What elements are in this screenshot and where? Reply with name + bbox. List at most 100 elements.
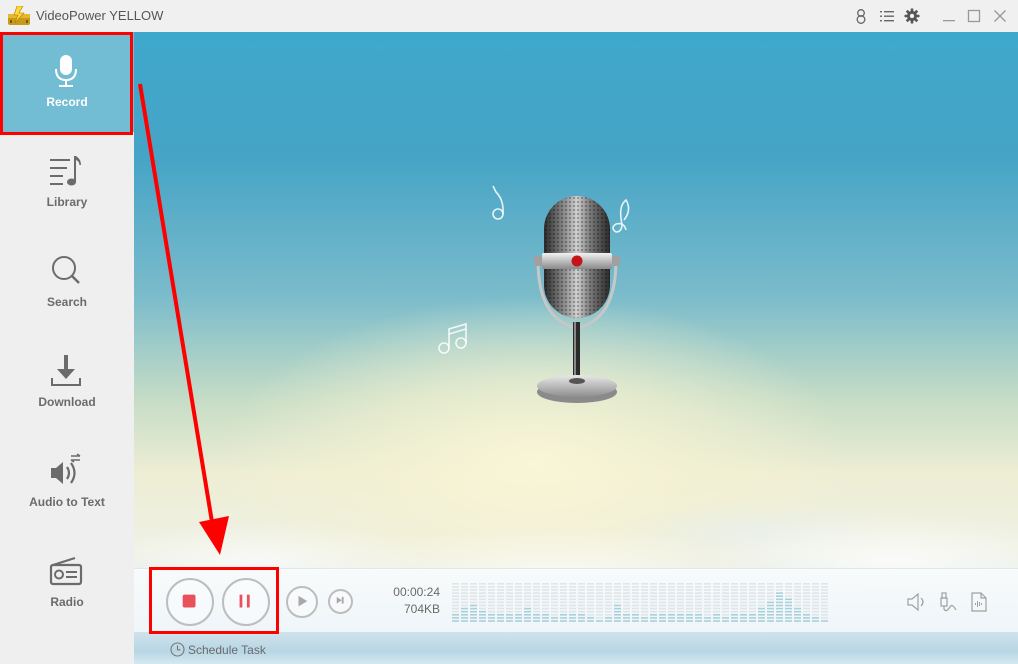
spectrum-segment — [686, 598, 693, 601]
spectrum-segment — [659, 620, 666, 622]
close-button[interactable] — [991, 7, 1009, 25]
spectrum-segment — [641, 583, 648, 585]
spectrum-segment — [560, 586, 567, 588]
spectrum-segment — [785, 601, 792, 604]
spectrum-segment — [704, 614, 711, 616]
spectrum-segment — [749, 592, 756, 594]
spectrum-segment — [803, 604, 810, 607]
spectrum-segment — [506, 586, 513, 588]
spectrum-segment — [623, 604, 630, 607]
spectrum-segment — [731, 598, 738, 601]
spectrum-segment — [569, 586, 576, 588]
stop-button[interactable] — [166, 578, 214, 626]
spectrum-column — [524, 583, 531, 622]
sidebar-item-record[interactable]: Record — [0, 32, 134, 132]
spectrum-segment — [812, 598, 819, 601]
spectrum-segment — [776, 586, 783, 588]
spectrum-segment — [695, 586, 702, 588]
spectrum-segment — [587, 598, 594, 601]
play-icon — [298, 595, 308, 607]
spectrum-segment — [794, 589, 801, 591]
audio-file-icon[interactable] — [968, 591, 990, 613]
spectrum-segment — [542, 601, 549, 604]
spectrum-segment — [803, 607, 810, 610]
spectrum-segment — [794, 601, 801, 604]
sidebar-item-search[interactable]: Search — [0, 232, 134, 332]
spectrum-segment — [479, 601, 486, 604]
spectrum-segment — [803, 601, 810, 604]
spectrum-segment — [488, 586, 495, 588]
spectrum-segment — [686, 607, 693, 610]
spectrum-segment — [614, 620, 621, 622]
spectrum-segment — [560, 607, 567, 610]
spectrum-segment — [650, 583, 657, 585]
user-icon[interactable] — [852, 7, 870, 25]
spectrum-segment — [551, 604, 558, 607]
spectrum-segment — [641, 614, 648, 616]
spectrum-segment — [749, 598, 756, 601]
spectrum-segment — [803, 592, 810, 594]
spectrum-segment — [578, 586, 585, 588]
search-icon — [47, 252, 85, 290]
spectrum-segment — [776, 607, 783, 610]
spectrum-segment — [596, 589, 603, 591]
spectrum-segment — [677, 589, 684, 591]
menu-list-icon[interactable] — [878, 7, 896, 25]
spectrum-segment — [506, 607, 513, 610]
spectrum-segment — [587, 614, 594, 616]
spectrum-segment — [488, 617, 495, 619]
spectrum-segment — [740, 586, 747, 588]
spectrum-segment — [479, 586, 486, 588]
spectrum-segment — [542, 589, 549, 591]
sidebar-item-audio-to-text[interactable]: Audio to Text — [0, 432, 134, 532]
skip-next-button[interactable] — [328, 589, 353, 614]
spectrum-segment — [785, 607, 792, 610]
spectrum-column — [704, 583, 711, 622]
spectrum-segment — [740, 617, 747, 619]
spectrum-segment — [470, 589, 477, 591]
spectrum-column — [740, 583, 747, 622]
sidebar-item-download[interactable]: Download — [0, 332, 134, 432]
spectrum-segment — [686, 595, 693, 597]
spectrum-segment — [749, 589, 756, 591]
speaker-volume-icon[interactable] — [906, 591, 928, 613]
spectrum-segment — [704, 607, 711, 610]
spectrum-segment — [605, 617, 612, 619]
spectrum-segment — [542, 610, 549, 613]
spectrum-segment — [650, 620, 657, 622]
spectrum-segment — [515, 589, 522, 591]
spectrum-segment — [668, 620, 675, 622]
audio-to-text-icon — [47, 452, 85, 490]
spectrum-segment — [776, 583, 783, 585]
sidebar-item-radio[interactable]: Radio — [0, 532, 134, 632]
settings-gear-icon[interactable] — [903, 7, 921, 25]
spectrum-segment — [722, 617, 729, 619]
spectrum-segment — [749, 604, 756, 607]
spectrum-segment — [668, 595, 675, 597]
spectrum-segment — [686, 620, 693, 622]
spectrum-segment — [542, 620, 549, 622]
spectrum-segment — [758, 586, 765, 588]
spectrum-segment — [623, 610, 630, 613]
spectrum-segment — [659, 610, 666, 613]
spectrum-segment — [551, 592, 558, 594]
stop-icon — [182, 594, 196, 608]
spectrum-segment — [614, 601, 621, 604]
pause-button[interactable] — [222, 578, 270, 626]
maximize-button[interactable] — [965, 7, 983, 25]
audio-jack-icon[interactable] — [938, 591, 960, 613]
spectrum-segment — [515, 601, 522, 604]
spectrum-column — [767, 583, 774, 622]
minimize-button[interactable] — [940, 7, 958, 25]
spectrum-segment — [632, 598, 639, 601]
spectrum-segment — [794, 617, 801, 619]
spectrum-segment — [668, 598, 675, 601]
play-button[interactable] — [286, 586, 318, 618]
spectrum-segment — [659, 589, 666, 591]
spectrum-segment — [497, 586, 504, 588]
spectrum-segment — [641, 586, 648, 588]
spectrum-segment — [596, 604, 603, 607]
spectrum-segment — [461, 592, 468, 594]
sidebar-item-library[interactable]: Library — [0, 132, 134, 232]
spectrum-segment — [488, 601, 495, 604]
